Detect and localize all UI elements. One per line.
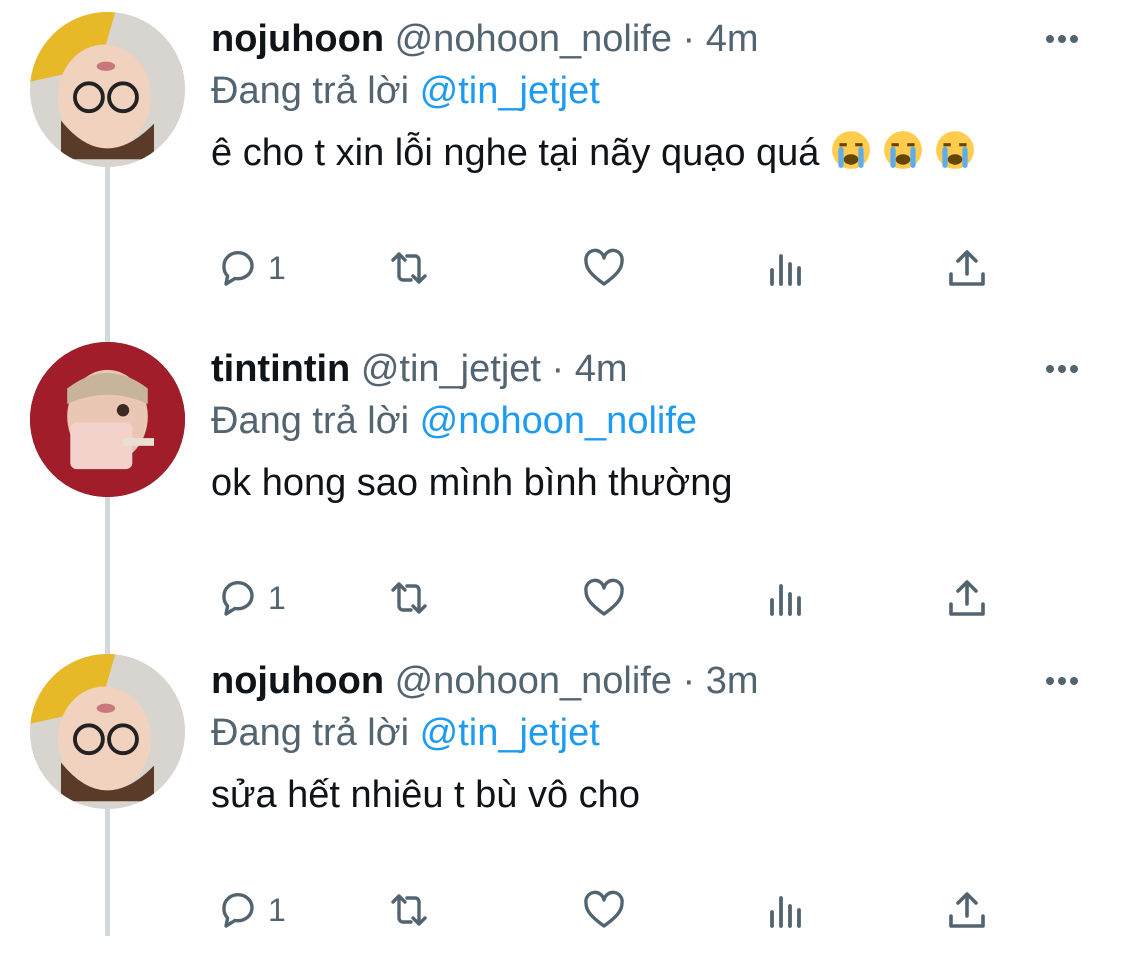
reply-button[interactable]: 1: [214, 570, 286, 626]
display-name[interactable]: nojuhoon: [211, 660, 384, 702]
loudly-crying-face-icon: [884, 131, 922, 169]
separator-dot: ·: [682, 18, 696, 60]
separator-dot: ·: [682, 660, 696, 702]
avatar[interactable]: [30, 12, 185, 167]
like-button[interactable]: [580, 882, 628, 938]
retweet-button[interactable]: [385, 882, 433, 938]
tweet-header: nojuhoon @nohoon_nolife · 4m: [211, 14, 759, 64]
tweet-text: ok hong sao mình bình thường: [211, 462, 733, 504]
tweet-header: tintintin @tin_jetjet · 4m: [211, 344, 628, 394]
reply-count: 1: [268, 891, 286, 928]
retweet-icon: [391, 894, 427, 926]
more-options-icon[interactable]: [1040, 22, 1084, 52]
reply-icon: [222, 893, 254, 928]
more-options-icon[interactable]: [1040, 664, 1084, 694]
heart-icon: [584, 248, 624, 286]
display-name[interactable]: tintintin: [211, 348, 350, 390]
analytics-icon: [770, 254, 801, 286]
like-button[interactable]: [580, 570, 628, 626]
tweet-actions: 1: [0, 240, 1125, 300]
reply-button[interactable]: 1: [214, 240, 286, 296]
tweet-1[interactable]: nojuhoon @nohoon_nolife · 4m Đang trả lờ…: [0, 0, 1125, 320]
replying-to-mention[interactable]: @tin_jetjet: [420, 712, 600, 754]
reply-count: 1: [268, 579, 286, 616]
replying-to-label: Đang trả lời: [211, 70, 410, 112]
analytics-icon: [770, 584, 801, 616]
heart-icon: [584, 890, 624, 928]
display-name[interactable]: nojuhoon: [211, 18, 384, 60]
user-handle[interactable]: @nohoon_nolife: [395, 660, 672, 702]
timestamp[interactable]: 4m: [706, 18, 759, 60]
user-handle[interactable]: @nohoon_nolife: [395, 18, 672, 60]
tweet-text-row: ok hong sao mình bình thường: [211, 458, 732, 508]
tweet-text: ê cho t xin lỗi nghe tại nãy quạo quá: [211, 132, 820, 174]
replying-to-line: Đang trả lời @nohoon_nolife: [211, 396, 697, 446]
loudly-crying-face-icon: [936, 131, 974, 169]
share-button[interactable]: [943, 240, 991, 296]
analytics-button[interactable]: [762, 570, 810, 626]
analytics-icon: [770, 896, 801, 928]
replying-to-label: Đang trả lời: [211, 400, 410, 442]
reply-icon: [222, 251, 254, 286]
share-icon: [949, 250, 985, 286]
share-icon: [949, 892, 985, 928]
more-options-icon[interactable]: [1040, 352, 1084, 382]
retweet-icon: [391, 252, 427, 284]
tweet-2[interactable]: tintintin @tin_jetjet · 4m Đang trả lời …: [0, 330, 1125, 650]
reply-icon: [222, 581, 254, 616]
separator-dot: ·: [551, 348, 565, 390]
avatar[interactable]: [30, 342, 185, 497]
replying-to-line: Đang trả lời @tin_jetjet: [211, 708, 600, 758]
tweet-actions: 1: [0, 882, 1125, 942]
tweet-3[interactable]: nojuhoon @nohoon_nolife · 3m Đang trả lờ…: [0, 642, 1125, 962]
loudly-crying-face-icon: [832, 131, 870, 169]
analytics-button[interactable]: [762, 240, 810, 296]
tweet-header: nojuhoon @nohoon_nolife · 3m: [211, 656, 759, 706]
replying-to-line: Đang trả lời @tin_jetjet: [211, 66, 600, 116]
replying-to-label: Đang trả lời: [211, 712, 410, 754]
share-button[interactable]: [943, 882, 991, 938]
like-button[interactable]: [580, 240, 628, 296]
tweet-text: sửa hết nhiêu t bù vô cho: [211, 774, 640, 816]
reply-button[interactable]: 1: [214, 882, 286, 938]
tweet-actions: 1: [0, 570, 1125, 630]
replying-to-mention[interactable]: @tin_jetjet: [420, 70, 600, 112]
avatar[interactable]: [30, 654, 185, 809]
retweet-button[interactable]: [385, 240, 433, 296]
user-handle[interactable]: @tin_jetjet: [361, 348, 541, 390]
replying-to-mention[interactable]: @nohoon_nolife: [420, 400, 697, 442]
timestamp[interactable]: 4m: [575, 348, 628, 390]
retweet-button[interactable]: [385, 570, 433, 626]
tweet-text-row: sửa hết nhiêu t bù vô cho: [211, 770, 640, 820]
share-button[interactable]: [943, 570, 991, 626]
reply-count: 1: [268, 249, 286, 286]
retweet-icon: [391, 582, 427, 614]
heart-icon: [584, 578, 624, 616]
timestamp[interactable]: 3m: [706, 660, 759, 702]
share-icon: [949, 580, 985, 616]
tweet-text-row: ê cho t xin lỗi nghe tại nãy quạo quá: [211, 128, 986, 178]
analytics-button[interactable]: [762, 882, 810, 938]
